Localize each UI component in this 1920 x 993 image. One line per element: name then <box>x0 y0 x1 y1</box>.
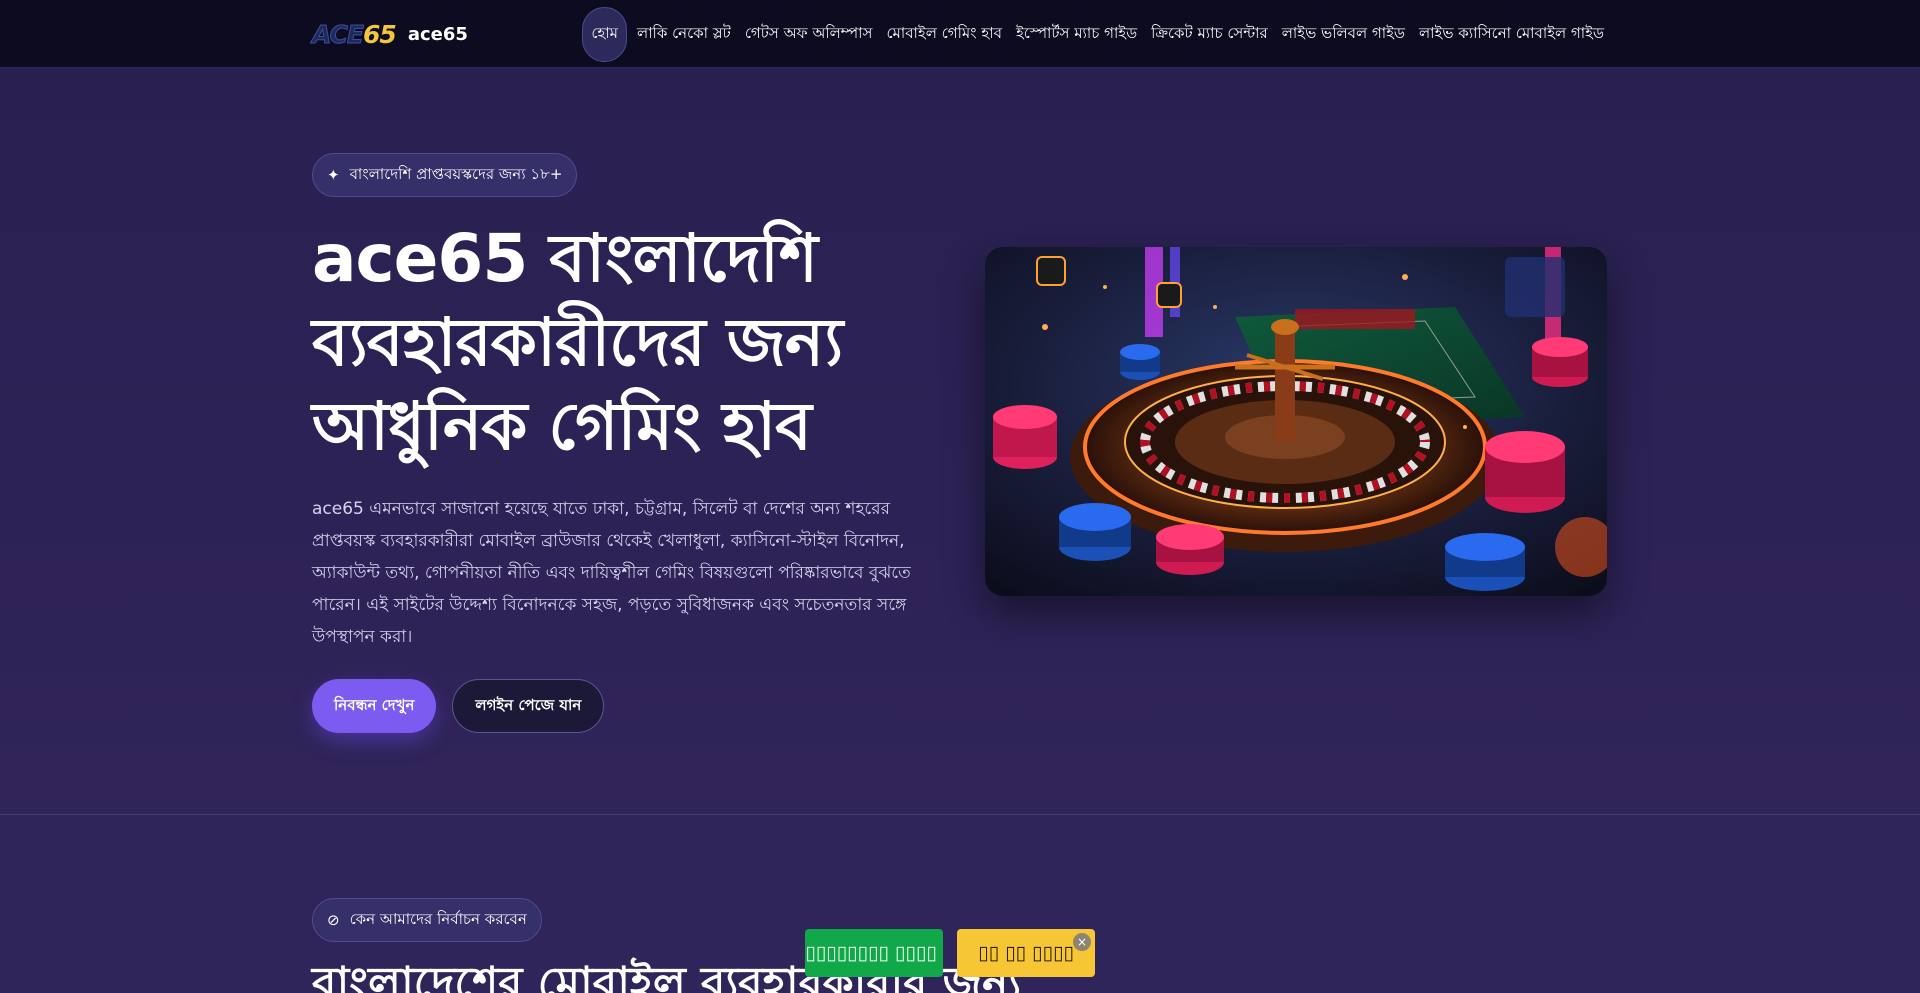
compass-icon: ⊘ <box>327 911 340 929</box>
logo-number: 65 <box>363 19 397 49</box>
hero-description: ace65 এমনভাবে সাজানো হয়েছে যাতে ঢাকা, চ… <box>312 499 911 647</box>
nav-lucky-neko-slot[interactable]: লাকি নেকো স্লট <box>633 8 735 61</box>
site-header: ACE 65 ace65 হোম লাকি নেকো স্লট গেটস অফ … <box>0 0 1920 68</box>
nav-esports-guide[interactable]: ইস্পোর্টস ম্যাচ গাইড <box>1012 8 1141 61</box>
nav-gates-of-olympus[interactable]: গেটস অফ অলিম্পাস <box>741 8 877 61</box>
hero-title-line: ace65 বাংলাদেশি <box>312 220 818 297</box>
nav-live-volleyball[interactable]: লাইভ ভলিবল গাইড <box>1278 8 1409 61</box>
hero-title-line: ব্যবহারকারীদের জন্য <box>312 304 843 381</box>
nav-mobile-gaming-hub[interactable]: মোবাইল গেমিং হাব <box>882 8 1006 61</box>
floating-yellow-label: ▯▯ ▯▯ ▯▯▯▯ <box>978 942 1074 964</box>
nav-home[interactable]: হোম <box>582 6 628 62</box>
sparkle-icon: ✦ <box>327 166 340 184</box>
logo-ace: ACE <box>311 19 364 49</box>
logo: ACE 65 <box>311 19 397 49</box>
nav-cricket-center[interactable]: ক্রিকেট ম্যাচ সেন্টার <box>1147 8 1272 61</box>
hero-section: ✦ বাংলাদেশি প্রাপ্তবয়স্কদের জন্য ১৮+ ac… <box>0 69 1920 814</box>
header-inner: ACE 65 ace65 হোম লাকি নেকো স্লট গেটস অফ … <box>311 0 1608 68</box>
why-choose-badge: ⊘ কেন আমাদের নির্বাচন করবেন <box>312 898 542 942</box>
why-choose-badge-label: কেন আমাদের নির্বাচন করবেন <box>349 909 527 928</box>
floating-yellow-button[interactable]: ▯▯ ▯▯ ▯▯▯▯ × <box>957 929 1095 977</box>
floating-green-label: ▯▯▯▯▯▯▯▯ ▯▯▯▯ <box>805 942 937 964</box>
floating-cta-bar: ▯▯▯▯▯▯▯▯ ▯▯▯▯ ▯▯ ▯▯ ▯▯▯▯ × <box>805 929 1095 977</box>
register-button[interactable]: নিবন্ধন দেখুন <box>312 679 437 733</box>
brand-name: ace65 <box>407 23 468 45</box>
nav-live-casino-mobile[interactable]: লাইভ ক্যাসিনো মোবাইল গাইড <box>1415 8 1608 61</box>
roulette-illustration <box>985 247 1607 596</box>
age-badge-label: বাংলাদেশি প্রাপ্তবয়স্কদের জন্য ১৮+ <box>349 164 563 183</box>
age-badge: ✦ বাংলাদেশি প্রাপ্তবয়স্কদের জন্য ১৮+ <box>312 153 578 197</box>
hero-title: ace65 বাংলাদেশি ব্যবহারকারীদের জন্য আধুন… <box>312 217 952 469</box>
main-nav: হোম লাকি নেকো স্লট গেটস অফ অলিম্পাস মোবা… <box>582 6 1608 62</box>
close-icon[interactable]: × <box>1073 933 1091 951</box>
roulette-casino-image <box>985 247 1607 596</box>
floating-green-button[interactable]: ▯▯▯▯▯▯▯▯ ▯▯▯▯ <box>805 929 943 977</box>
hero-title-line: আধুনিক গেমিং হাব <box>312 388 812 465</box>
hero-buttons: নিবন্ধন দেখুন লগইন পেজে যান <box>312 679 952 733</box>
hero-content: ✦ বাংলাদেশি প্রাপ্তবয়স্কদের জন্য ১৮+ ac… <box>312 153 952 733</box>
brand-link[interactable]: ACE 65 ace65 <box>311 19 468 49</box>
login-button[interactable]: লগইন পেজে যান <box>452 679 605 733</box>
